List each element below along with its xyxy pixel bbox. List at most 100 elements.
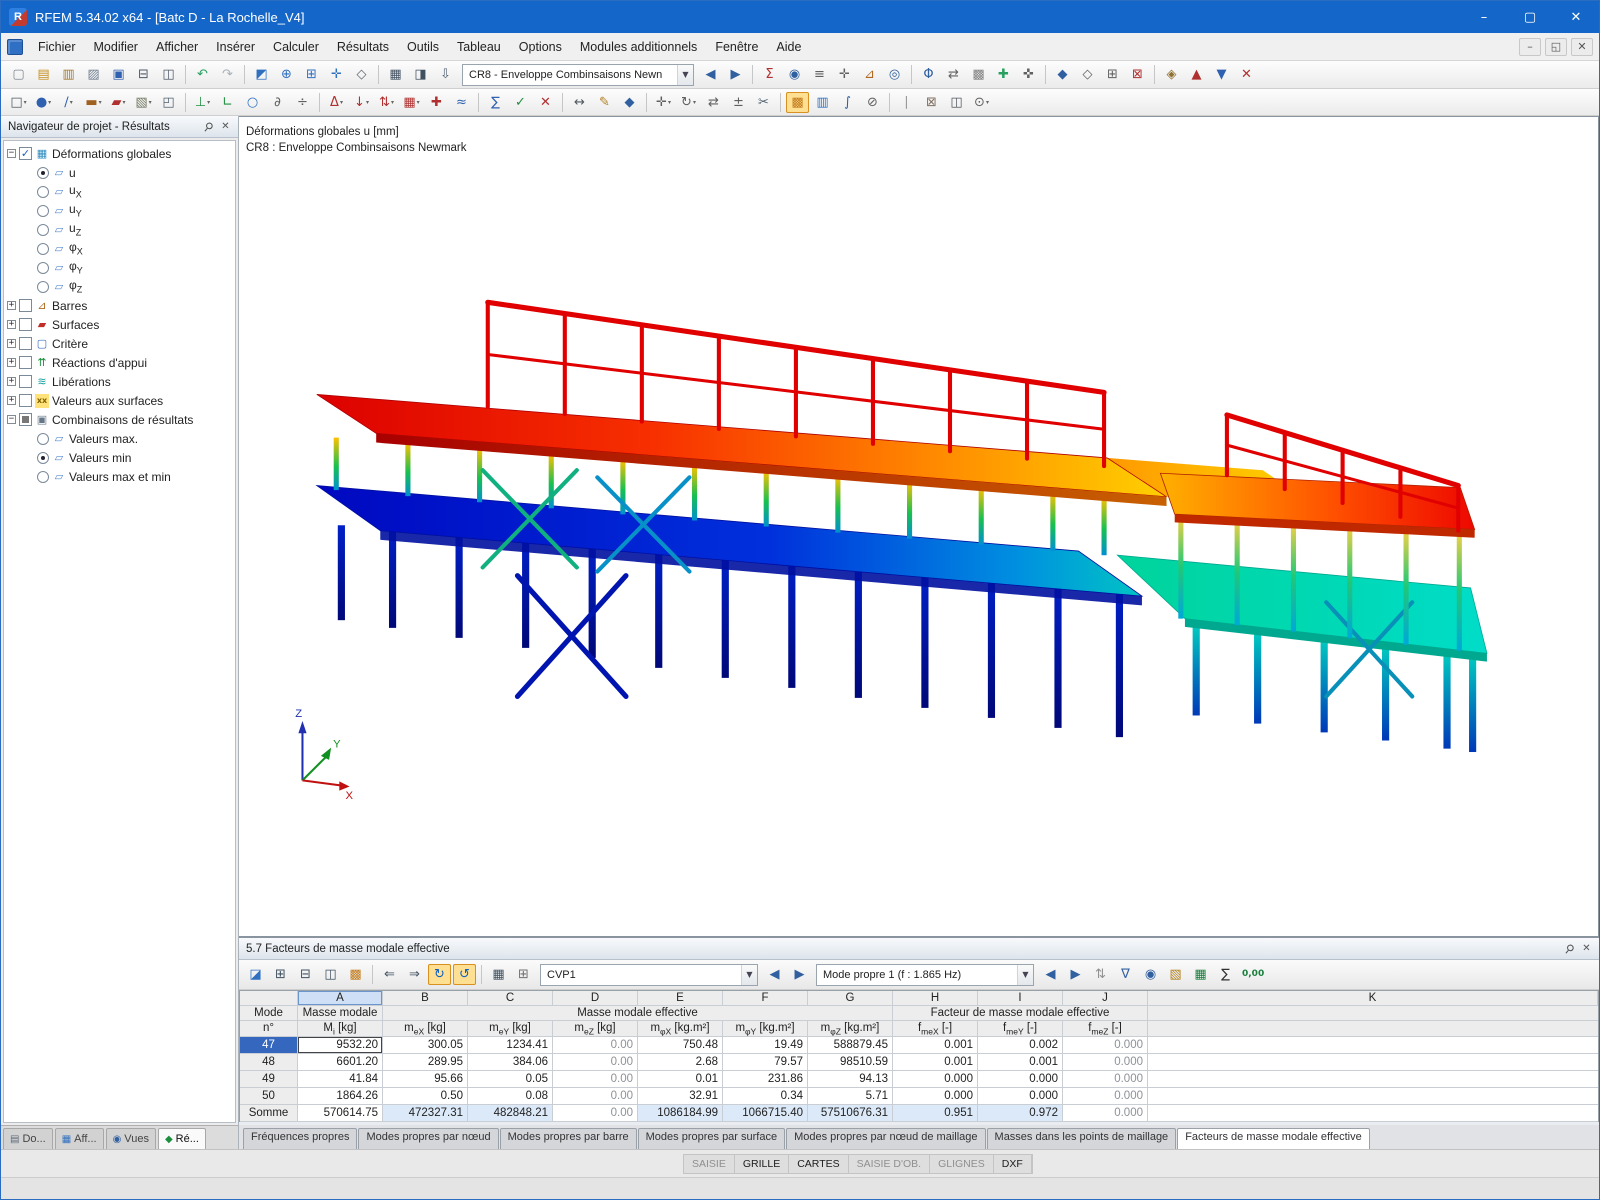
menu-fenetre[interactable]: Fenêtre [706, 35, 767, 59]
close-button[interactable]: ✕ [1553, 1, 1599, 33]
cell-somme-b[interactable]: 472327.31 [383, 1105, 468, 1122]
cvp-combo[interactable]: CVP1 ▼ [540, 963, 758, 986]
tree-item-uy[interactable]: ▱ uY [7, 201, 235, 220]
cell-49-k[interactable] [1148, 1071, 1598, 1088]
insert-member-icon[interactable]: ▬ ▾ [82, 92, 105, 113]
cell-50-j[interactable]: 0.000 [1063, 1088, 1148, 1105]
cell-49-e[interactable]: 0.01 [638, 1071, 723, 1088]
cell-50-a[interactable]: 1864.26 [298, 1088, 383, 1105]
column-header-f[interactable]: F [723, 991, 808, 1006]
cell-47-k[interactable] [1148, 1037, 1598, 1054]
program-options-icon[interactable]: ⊙ ▾ [970, 92, 993, 113]
expand-icon[interactable]: + [7, 320, 16, 329]
trim-lines-icon[interactable]: ✂ [752, 92, 775, 113]
expand-icon[interactable]: + [7, 301, 16, 310]
isometric-view-icon[interactable]: ◇ [350, 64, 373, 85]
nodal-support-icon[interactable]: ⊥ ▾ [191, 92, 214, 113]
tree-item-valeurs-aux-surfaces[interactable]: + xx Valeurs aux surfaces [7, 391, 235, 410]
rotate-object-icon[interactable]: ↻ ▾ [677, 92, 700, 113]
cell-somme-d[interactable]: 0.00 [553, 1105, 638, 1122]
column-header-h[interactable]: H [893, 991, 978, 1006]
calculate-all-icon[interactable]: ∑ [484, 92, 507, 113]
cvp-combo-dropdown-icon[interactable]: ▼ [741, 964, 757, 985]
color-scale-icon[interactable]: ▥ [811, 92, 834, 113]
mdi-restore-button[interactable]: ◱ [1545, 37, 1567, 56]
table-calculator-icon[interactable]: ⊞ [512, 964, 535, 985]
cell-somme-f[interactable]: 1066715.40 [723, 1105, 808, 1122]
cell-50-b[interactable]: 0.50 [383, 1088, 468, 1105]
column-header-b[interactable]: B [383, 991, 468, 1006]
menu-modifier[interactable]: Modifier [85, 35, 147, 59]
pan-view-icon[interactable]: ✛ [325, 64, 348, 85]
radio[interactable] [37, 280, 49, 293]
next-case-icon[interactable]: ▶ [788, 964, 811, 985]
status-toggle-cartes[interactable]: CARTES [789, 1154, 849, 1173]
table-tab-modes-propres-par-barre[interactable]: Modes propres par barre [499, 1128, 637, 1149]
delete-results-icon[interactable]: ✕ [1235, 64, 1258, 85]
printout-report-icon[interactable]: ▲ [1185, 64, 1208, 85]
model-viewport[interactable]: Déformations globales u [mm] CR8 : Envel… [239, 116, 1599, 937]
zoom-in-icon[interactable]: ⊕ [275, 64, 298, 85]
next-load-case-icon[interactable]: ▶ [724, 64, 747, 85]
tree-item-surfaces[interactable]: + ▰ Surfaces [7, 315, 235, 334]
cell-49-c[interactable]: 0.05 [468, 1071, 553, 1088]
status-toggle-glignes[interactable]: GLIGNES [930, 1154, 994, 1173]
cell-49-a[interactable]: 41.84 [298, 1071, 383, 1088]
cell-47-a[interactable]: 9532.20 [298, 1037, 383, 1054]
add-comment-icon[interactable]: ✚ [992, 64, 1015, 85]
cell-50-i[interactable]: 0.000 [978, 1088, 1063, 1105]
mode-combo-dropdown-icon[interactable]: ▼ [1017, 964, 1033, 985]
column-header-e[interactable]: E [638, 991, 723, 1006]
stop-calculation-icon[interactable]: ✕ [534, 92, 557, 113]
menu-modules-additionnels[interactable]: Modules additionnels [571, 35, 706, 59]
highlight-exceeded-icon[interactable]: ▧ [1164, 964, 1187, 985]
status-toggle-dxf[interactable]: DXF [994, 1154, 1032, 1173]
cell-47-h[interactable]: 0.001 [893, 1037, 978, 1054]
radio[interactable] [37, 204, 49, 217]
dimension-line-icon[interactable]: ↔ [568, 92, 591, 113]
member-eccentricity-icon[interactable]: ∂ [266, 92, 289, 113]
status-toggle-saisie[interactable]: SAISIE [684, 1154, 735, 1173]
checkbox[interactable] [19, 337, 32, 350]
render-solid-icon[interactable]: ◆ [1051, 64, 1074, 85]
text-comment-icon[interactable]: ✎ [593, 92, 616, 113]
menu-afficher[interactable]: Afficher [147, 35, 207, 59]
move-copy-icon[interactable]: ✛ ▾ [652, 92, 675, 113]
row-header-50[interactable]: 50 [240, 1088, 298, 1105]
cell-48-k[interactable] [1148, 1054, 1598, 1071]
cell-48-b[interactable]: 289.95 [383, 1054, 468, 1071]
show-tables-icon[interactable]: ▦ [384, 64, 407, 85]
column-header-a[interactable]: A [298, 991, 383, 1006]
load-case-combo[interactable]: CR8 - Enveloppe Combinsaisons Newn ▼ [462, 63, 694, 86]
radio[interactable] [37, 223, 49, 236]
insert-node-icon[interactable]: ● ▾ [32, 92, 55, 113]
menu-calculer[interactable]: Calculer [264, 35, 328, 59]
tree-item-uz[interactable]: ▱ uZ [7, 220, 235, 239]
insert-solid-icon[interactable]: ▧ ▾ [132, 92, 155, 113]
table-tab-frequences-propres[interactable]: Fréquences propres [243, 1128, 358, 1149]
cell-48-j[interactable]: 0.000 [1063, 1054, 1148, 1071]
radio[interactable] [37, 261, 49, 274]
row-header-47[interactable]: 47 [240, 1037, 298, 1054]
cell-49-b[interactable]: 95.66 [383, 1071, 468, 1088]
nodal-load-icon[interactable]: ↓ ▾ [350, 92, 373, 113]
show-sums-icon[interactable]: ∑ [1214, 964, 1237, 985]
column-header-d[interactable]: D [553, 991, 638, 1006]
color-rows-icon[interactable]: ▩ [344, 964, 367, 985]
menu-options[interactable]: Options [510, 35, 571, 59]
row-header-somme[interactable]: Somme [240, 1105, 298, 1122]
print-report-icon[interactable]: ◫ [945, 92, 968, 113]
result-filter-icon[interactable]: ▦ [487, 964, 510, 985]
select-special-icon[interactable]: □ ▾ [7, 92, 30, 113]
combo-dropdown-icon[interactable]: ▼ [677, 64, 693, 85]
control-panel-icon[interactable]: ▩ [786, 91, 809, 113]
cell-50-f[interactable]: 0.34 [723, 1088, 808, 1105]
open-project-manager-icon[interactable]: ▥ [57, 64, 80, 85]
status-toggle-saisie-d-ob[interactable]: SAISIE D'OB. [849, 1154, 931, 1173]
tree-item-deformations-globales[interactable]: − ✓ ▦ Déformations globales [7, 144, 235, 163]
cell-49-g[interactable]: 94.13 [808, 1071, 893, 1088]
previous-load-case-icon[interactable]: ◀ [699, 64, 722, 85]
cell-47-f[interactable]: 19.49 [723, 1037, 808, 1054]
cell-somme-j[interactable]: 0.000 [1063, 1105, 1148, 1122]
insert-line-icon[interactable]: ∕ ▾ [57, 92, 80, 113]
